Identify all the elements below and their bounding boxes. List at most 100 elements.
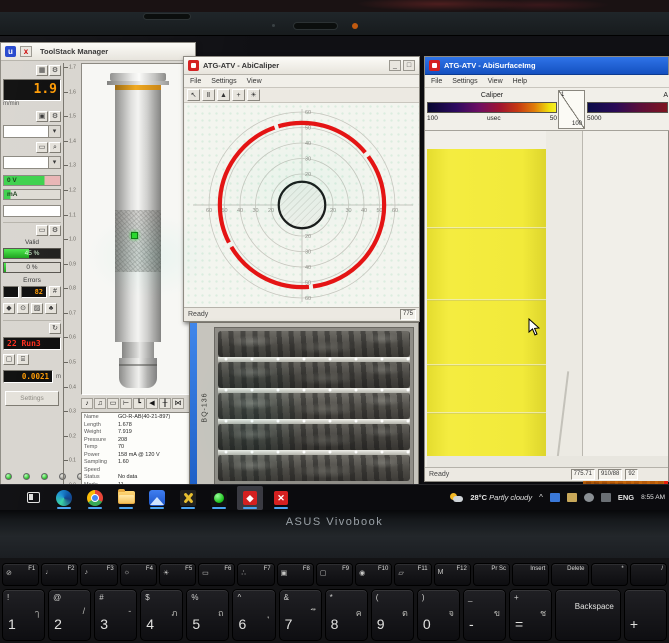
menu-item-help[interactable]: Help	[513, 78, 527, 85]
refresh-icon[interactable]: ↻	[49, 323, 61, 334]
core-tray-photo	[214, 327, 414, 485]
laptop-top-bezel	[0, 12, 669, 36]
tool-icon-button[interactable]: ⊙	[17, 303, 29, 314]
mode-select[interactable]	[3, 125, 61, 138]
hash-button[interactable]: #	[49, 286, 61, 297]
menu-item-view[interactable]: View	[247, 78, 262, 85]
toolbar-button[interactable]: Ⅱ	[202, 89, 215, 101]
search-icon[interactable]: ⌕	[49, 142, 61, 153]
minimize-button[interactable]: _	[389, 60, 401, 71]
key-thai-label: ต	[401, 608, 408, 618]
background-blur	[0, 0, 669, 12]
plot-tool-icon[interactable]: ▭	[107, 398, 119, 409]
ruler-tick-label: 0.8	[69, 285, 76, 292]
mouse-cursor	[528, 318, 540, 336]
plot-tool-icon[interactable]: ┗	[133, 398, 145, 409]
menu-item-settings[interactable]: Settings	[452, 78, 477, 85]
surface-titlebar[interactable]: ATG-ATV - AbiSurfaceImg	[425, 57, 668, 75]
taskbar-app-abisurface[interactable]: ◆	[237, 485, 263, 510]
info-value: 1.60	[118, 459, 129, 465]
running-indicator	[243, 506, 257, 509]
tool-icon-button[interactable]: ♣	[45, 303, 57, 314]
maximize-button[interactable]: □	[403, 60, 415, 71]
taskbar-app-atg-red[interactable]: ✕	[268, 486, 294, 510]
clock[interactable]: 8:55 AM	[641, 494, 665, 502]
ruler-tick	[64, 312, 68, 314]
panel-button[interactable]: ▦	[36, 65, 48, 76]
tray-folder-icon[interactable]	[566, 493, 577, 502]
valid-progress: 45 %	[3, 248, 61, 259]
value-input[interactable]	[3, 205, 61, 217]
taskbar-app-explorer[interactable]	[113, 486, 139, 510]
panel-button[interactable]: ⌸	[17, 354, 29, 365]
panel-button[interactable]: ▢	[3, 354, 15, 365]
info-value: 208	[118, 436, 128, 443]
core-row	[218, 455, 410, 481]
network-icon[interactable]	[583, 493, 594, 502]
gear-icon[interactable]: ⚙	[49, 65, 61, 76]
surface-scale-header: Caliper 100 usec 50 1 100 A 5000	[425, 88, 669, 131]
taskbar-app-photos[interactable]	[144, 486, 170, 510]
number-key-row: !1ๅ@2/#3-$4ภ%5ถ^6ุ&7ึ*8ค(9ต)0จ_-ข+=ชBack…	[0, 589, 669, 641]
plot-tool-icon[interactable]: ♪	[81, 398, 93, 409]
amplitude-scale-title: A	[663, 92, 668, 99]
running-indicator	[88, 506, 102, 509]
toolstack-app-icon: u	[5, 46, 16, 57]
taskbar-app-edge[interactable]	[51, 486, 77, 510]
key-backspace: Backspace	[555, 589, 621, 641]
language-indicator[interactable]: ENG	[618, 493, 634, 502]
key-icon: ♪	[84, 569, 88, 576]
panel-button[interactable]: ▭	[36, 225, 48, 236]
taskbar-app-task-view[interactable]	[20, 486, 46, 510]
radial-tick-label: 20	[305, 172, 311, 178]
settings-button[interactable]: Settings	[5, 391, 59, 406]
menu-item-file[interactable]: File	[190, 78, 201, 85]
menu-item-settings[interactable]: Settings	[211, 78, 236, 85]
info-value: 70	[118, 444, 125, 450]
key-f12: M F12	[433, 563, 471, 586]
probe-groove	[119, 364, 157, 366]
status-cells: 775.71 910/88 92	[568, 469, 638, 480]
volume-icon[interactable]	[600, 493, 611, 502]
toolbar-button[interactable]: ▲	[217, 89, 230, 101]
panel-button[interactable]: ▣	[36, 111, 48, 122]
clock-time: 8:55 AM	[641, 493, 665, 501]
toolstack-titlebar[interactable]: u x ToolStack Manager	[1, 43, 195, 61]
edge-icon	[56, 489, 72, 506]
window-frame-accent	[190, 323, 197, 491]
plot-tool-icon[interactable]: ⊢	[120, 398, 132, 409]
toolbar-button[interactable]: ☀	[247, 89, 260, 101]
info-row: Speed	[84, 467, 190, 475]
taskbar-app-toolstack-keys[interactable]	[175, 486, 201, 510]
tool-icon-button[interactable]: ◆	[3, 303, 15, 314]
weather-widget[interactable]: 28°C Partly cloudy	[470, 493, 532, 502]
plot-tool-icon[interactable]: ╫	[159, 398, 171, 409]
tray-overflow-chevron[interactable]: ^	[539, 493, 543, 502]
channel-select[interactable]	[3, 156, 61, 169]
menu-item-file[interactable]: File	[431, 78, 442, 85]
close-button[interactable]: x	[20, 46, 32, 57]
ruler-tick	[64, 386, 68, 388]
menu-item-view[interactable]: View	[488, 78, 503, 85]
radial-tick-label: 20	[305, 234, 311, 240]
key-label: F6	[224, 566, 232, 572]
plot-tool-icon[interactable]: ◀	[146, 398, 158, 409]
taskbar-app-logger-green[interactable]	[206, 486, 232, 510]
plot-tool-icon[interactable]: ♫	[94, 398, 106, 409]
tool-icon-button[interactable]: ▨	[31, 303, 43, 314]
info-label: Status	[84, 474, 100, 480]
gear-icon[interactable]: ⚙	[49, 225, 61, 236]
key-main-label: 2	[54, 616, 62, 632]
ruler-tick	[64, 165, 68, 167]
taskbar-app-chrome[interactable]	[82, 486, 108, 510]
ruler-tick	[64, 435, 68, 437]
toolbar-button[interactable]: ↖	[187, 89, 200, 101]
toolbar-button[interactable]: +	[232, 89, 245, 101]
plot-tool-icon[interactable]: ⋈	[172, 398, 184, 409]
caliper-titlebar[interactable]: ATG-ATV - AbiCaliper _ □	[184, 57, 419, 75]
key-shift-label: #	[99, 593, 104, 602]
key-label: F9	[342, 566, 350, 572]
gear-icon[interactable]: ⚙	[49, 111, 61, 122]
panel-button[interactable]: ▭	[36, 142, 48, 153]
tray-app-icon[interactable]	[549, 493, 560, 502]
